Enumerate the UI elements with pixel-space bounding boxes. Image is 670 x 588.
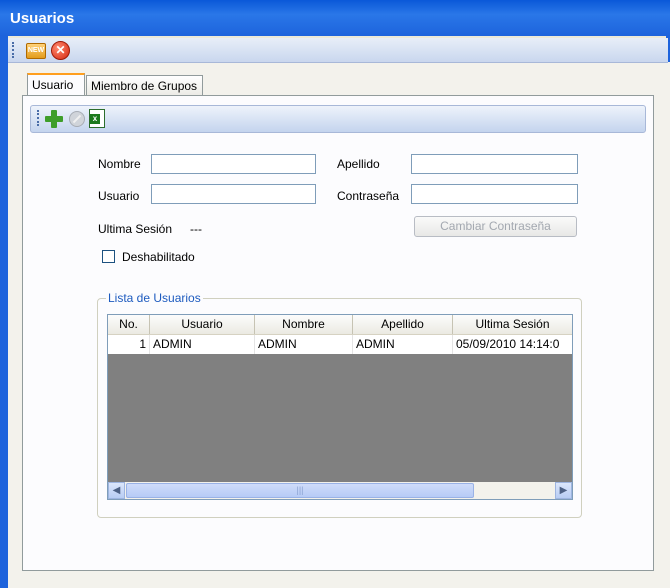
apellido-input[interactable]: [411, 154, 578, 174]
usuario-input[interactable]: [151, 184, 316, 204]
lista-usuarios-title: Lista de Usuarios: [106, 291, 203, 305]
cell-usuario: ADMIN: [150, 335, 255, 354]
disable-user-icon[interactable]: [69, 111, 85, 127]
close-icon[interactable]: ✕: [51, 41, 70, 60]
ultima-sesion-label: Ultima Sesión: [98, 222, 173, 236]
deshabilitado-label: Deshabilitado: [122, 250, 195, 264]
apellido-label: Apellido: [337, 157, 380, 171]
users-grid: No. Usuario Nombre Apellido Ultima Sesió…: [107, 314, 573, 500]
cell-apellido: ADMIN: [353, 335, 453, 354]
window-title: Usuarios: [10, 10, 75, 27]
tab-miembro-de-grupos[interactable]: Miembro de Grupos: [86, 75, 203, 95]
cell-ultima-sesion: 05/09/2010 14:14:0: [456, 337, 560, 351]
horizontal-scrollbar[interactable]: ◀ ||| ▶: [108, 482, 572, 499]
cambiar-contrasena-button[interactable]: Cambiar Contraseña: [414, 216, 577, 237]
nombre-label: Nombre: [98, 157, 141, 171]
usuario-toolbar: x: [30, 105, 646, 133]
add-user-icon[interactable]: [45, 110, 63, 128]
cell-no: 1: [108, 335, 150, 354]
deshabilitado-checkbox[interactable]: [102, 250, 115, 263]
contrasena-label: Contraseña: [337, 189, 400, 203]
window-left-border: [0, 36, 8, 588]
table-row[interactable]: 1 ADMIN ADMIN ADMIN 05/09/2010 14:14:0: [108, 335, 572, 354]
column-header-no[interactable]: No.: [108, 315, 150, 334]
column-header-ultima-sesion[interactable]: Ultima Sesión: [453, 315, 572, 334]
title-bar[interactable]: Usuarios: [0, 0, 670, 36]
usuarios-window: Usuarios NEW ✕ Usuario Miembro de Grupos…: [0, 0, 670, 588]
cell-nombre: ADMIN: [255, 335, 353, 354]
new-icon[interactable]: NEW: [26, 43, 46, 59]
column-header-usuario[interactable]: Usuario: [150, 315, 255, 334]
column-header-nombre[interactable]: Nombre: [255, 315, 353, 334]
toolbar-grip[interactable]: [37, 110, 41, 126]
scroll-right-icon[interactable]: ▶: [555, 482, 572, 499]
scroll-left-icon[interactable]: ◀: [108, 482, 125, 499]
tab-usuario[interactable]: Usuario: [27, 73, 85, 95]
nombre-input[interactable]: [151, 154, 316, 174]
ultima-sesion-value: ---: [190, 222, 202, 236]
contrasena-input[interactable]: [411, 184, 578, 204]
export-excel-icon[interactable]: x: [89, 109, 105, 128]
scrollbar-thumb[interactable]: |||: [126, 483, 474, 498]
toolbar-grip[interactable]: [12, 42, 16, 58]
usuario-label: Usuario: [98, 189, 140, 203]
column-header-apellido[interactable]: Apellido: [353, 315, 453, 334]
main-toolbar: NEW ✕: [8, 38, 668, 63]
grid-header: No. Usuario Nombre Apellido Ultima Sesió…: [108, 315, 572, 335]
